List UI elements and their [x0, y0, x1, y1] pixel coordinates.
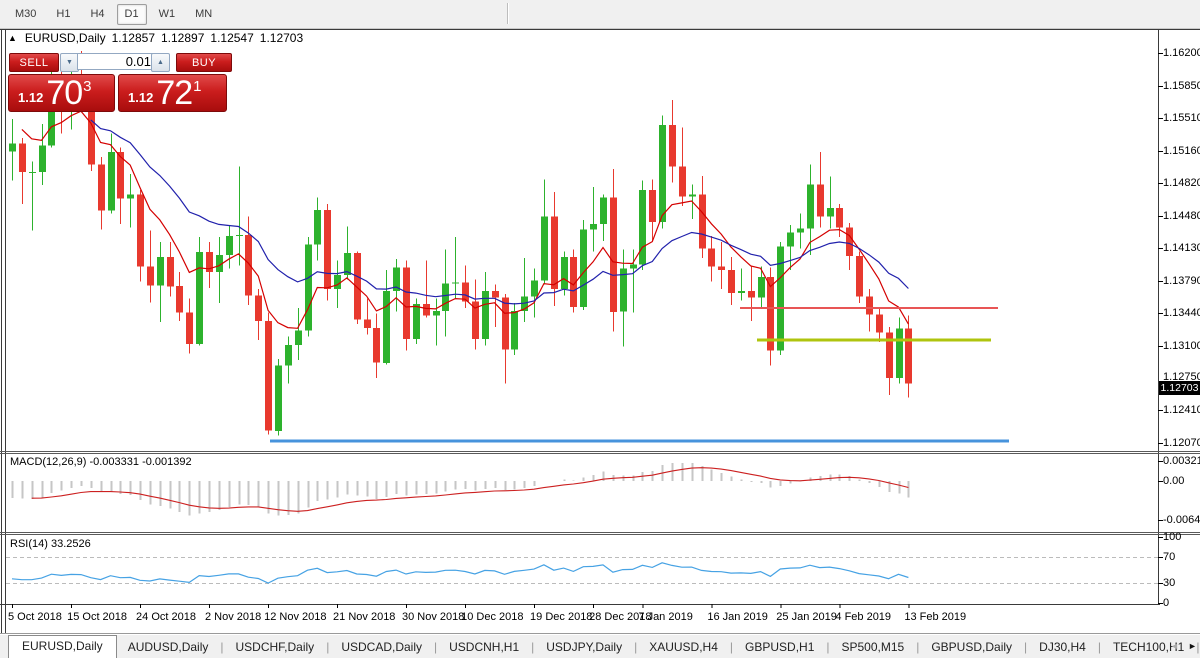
timeframe-button-w1[interactable]: W1 — [151, 4, 184, 25]
rsi-axis-label: 0 — [1163, 597, 1170, 609]
chevron-down-icon: ▼ — [66, 59, 73, 66]
chart-tab-usdjpy-daily[interactable]: USDJPY,Daily — [535, 637, 633, 658]
chart-tab-xauusd-h4[interactable]: XAUUSD,H4 — [638, 637, 729, 658]
timeframe-button-d1[interactable]: D1 — [116, 3, 147, 25]
volume-up-button[interactable]: ▲ — [151, 53, 170, 72]
rsi-indicator-label: RSI(14) 33.2526 — [10, 538, 91, 550]
buy-price-big: 72 — [156, 74, 193, 112]
price-axis-label: 1.13100 — [1163, 340, 1200, 352]
timeframe-toolbar: M30 H1 H4 D1 W1 MN — [0, 0, 1200, 29]
chart-header: ▲ EURUSD,Daily 1.12857 1.12897 1.12547 1.1270… — [8, 31, 303, 45]
rsi-axis-label: 70 — [1163, 551, 1176, 563]
ohlc-open: 1.12857 — [111, 31, 155, 45]
date-axis-label: 5 Oct 2018 — [8, 611, 62, 623]
ohlc-close: 1.12703 — [259, 31, 304, 45]
ohlc-high: 1.12897 — [161, 31, 205, 45]
sell-price-big: 70 — [46, 74, 83, 112]
macd-axis-label: 0.00 — [1163, 475, 1185, 487]
buy-button[interactable]: BUY — [176, 53, 232, 72]
chart-tab-tech100-h1[interactable]: TECH100,H1 — [1102, 637, 1195, 658]
sell-button[interactable]: SELL — [9, 53, 59, 72]
price-axis-label: 1.13790 — [1163, 275, 1200, 287]
date-axis-label: 15 Oct 2018 — [67, 611, 128, 623]
price-axis-label: 1.16200 — [1163, 47, 1200, 59]
chart-tab-sp500-m15[interactable]: SP500,M15 — [831, 637, 916, 658]
current-price-badge: 1.12703 — [1159, 381, 1200, 395]
chart-tab-bar: EURUSD,Daily AUDUSD,Daily | USDCHF,Daily | US… — [0, 633, 1200, 658]
buy-price-sup: 1 — [193, 78, 202, 95]
price-axis-label: 1.15510 — [1163, 112, 1200, 124]
rsi-axis-label: 100 — [1163, 531, 1182, 543]
chart-tab-usdchf-daily[interactable]: USDCHF,Daily — [225, 637, 326, 658]
macd-indicator-label: MACD(12,26,9) -0.003331 -0.001392 — [10, 456, 192, 468]
date-axis-label: 19 Dec 2018 — [530, 611, 593, 623]
timeframe-button-h1[interactable]: H1 — [48, 4, 78, 25]
date-axis-label: 4 Feb 2019 — [835, 611, 892, 623]
chart-tab-gbpusd-daily[interactable]: GBPUSD,Daily — [920, 637, 1023, 658]
date-axis-label: 25 Jan 2019 — [776, 611, 837, 623]
date-axis-label: 13 Feb 2019 — [904, 611, 967, 623]
sell-price-box[interactable]: 1.12 70 3 — [8, 74, 115, 112]
macd-axis-label: 0.003216 — [1163, 455, 1200, 467]
price-axis-label: 1.14820 — [1163, 177, 1200, 189]
date-axis-label: 2 Nov 2018 — [205, 611, 262, 623]
volume-input[interactable]: 0.01 — [77, 53, 159, 70]
macd-axis-label: -0.006485 — [1163, 514, 1200, 526]
chart-tab-gbpusd-h1[interactable]: GBPUSD,H1 — [734, 637, 825, 658]
timeframe-buttons: M30 H1 H4 D1 W1 MN — [5, 3, 222, 25]
date-axis-label: 12 Nov 2018 — [264, 611, 327, 623]
ohlc-low: 1.12547 — [210, 31, 254, 45]
buy-price-box[interactable]: 1.12 72 1 — [118, 74, 227, 112]
price-axis-label: 1.15160 — [1163, 145, 1200, 157]
toolbar-separator — [507, 3, 509, 24]
chart-tab-usdcnh-h1[interactable]: USDCNH,H1 — [438, 637, 530, 658]
timeframe-button-mn[interactable]: MN — [187, 4, 220, 25]
chart-tab-eurusd-daily[interactable]: EURUSD,Daily — [8, 635, 117, 658]
sell-price-small: 1.12 — [18, 90, 44, 105]
sell-price-sup: 3 — [83, 78, 92, 95]
buy-price-small: 1.12 — [128, 90, 154, 105]
chart-tab-audusd-daily[interactable]: AUDUSD,Daily — [117, 637, 220, 658]
one-click-collapse-icon[interactable]: ▲ — [8, 33, 17, 43]
price-axis-label: 1.14480 — [1163, 210, 1200, 222]
date-axis-label: 7 Jan 2019 — [638, 611, 693, 623]
date-axis-label: 16 Jan 2019 — [707, 611, 768, 623]
chart-tab-dj30-h4[interactable]: DJ30,H4 — [1028, 637, 1097, 658]
tab-scroll-left-icon[interactable]: ◄ — [1170, 641, 1179, 651]
date-axis-label: 21 Nov 2018 — [333, 611, 396, 623]
chevron-up-icon: ▲ — [157, 59, 164, 66]
chart-tab-usdcad-daily[interactable]: USDCAD,Daily — [330, 637, 433, 658]
tab-scroll-right-icon[interactable]: ► — [1188, 641, 1197, 651]
chart-symbol-label: EURUSD,Daily — [24, 31, 106, 45]
timeframe-button-m30[interactable]: M30 — [7, 4, 44, 25]
price-axis-label: 1.14130 — [1163, 242, 1200, 254]
date-axis-label: 24 Oct 2018 — [136, 611, 196, 623]
date-axis-label: 10 Dec 2018 — [461, 611, 524, 623]
mt4-window: M30 H1 H4 D1 W1 MN ▲ EURUSD,Daily 1.12857 1.1289… — [0, 0, 1200, 660]
chart-tabs: EURUSD,Daily AUDUSD,Daily | USDCHF,Daily | US… — [0, 635, 1200, 658]
date-axis-label: 30 Nov 2018 — [402, 611, 465, 623]
price-axis-label: 1.12070 — [1163, 437, 1200, 449]
price-axis-label: 1.12410 — [1163, 404, 1200, 416]
price-axis-label: 1.15850 — [1163, 80, 1200, 92]
price-axis-label: 1.13440 — [1163, 307, 1200, 319]
rsi-axis-label: 30 — [1163, 577, 1176, 589]
timeframe-button-h4[interactable]: H4 — [82, 4, 112, 25]
